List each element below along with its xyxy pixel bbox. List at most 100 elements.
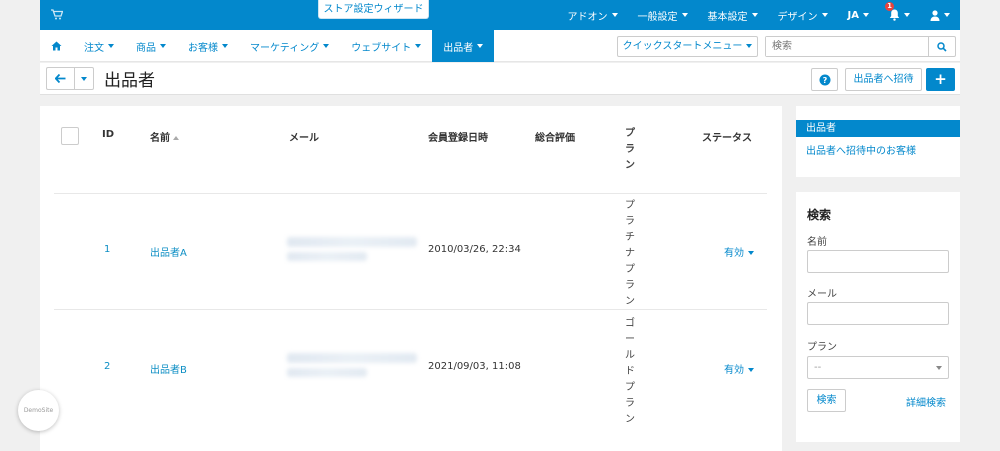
top-nav-basic-settings[interactable]: 基本設定: [698, 8, 768, 23]
quickstart-menu-button[interactable]: クイックスタートメニュー: [617, 36, 758, 57]
plan-select[interactable]: --: [807, 356, 949, 379]
caret-down-icon: [681, 13, 688, 17]
search-icon: [937, 41, 947, 52]
caret-down-icon: [751, 13, 758, 17]
row-2-id[interactable]: 2: [104, 361, 110, 372]
demo-site-badge[interactable]: DemoSite: [18, 390, 59, 431]
name-field[interactable]: [807, 250, 949, 273]
nav-label: ウェブサイト: [351, 42, 412, 54]
sidebar-nav: 出品者 出品者へ招待中のお客様: [796, 106, 960, 177]
nav-label: 注文: [84, 42, 104, 54]
store-setup-wizard-button[interactable]: ストア設定ウィザード: [318, 0, 429, 19]
row-2-plan: ゴールドプラン: [625, 318, 635, 425]
top-nav-label: 一般設定: [637, 11, 678, 23]
column-header-email[interactable]: メール: [289, 129, 319, 144]
back-button[interactable]: [46, 67, 74, 90]
column-header-status[interactable]: ステータス: [702, 129, 752, 144]
global-search: [765, 36, 956, 57]
nav-label: お客様: [188, 42, 218, 54]
top-bar: ストア設定ウィザード アドオン 一般設定 基本設定 デザイン JA 1: [40, 0, 960, 30]
caret-down-icon: [160, 44, 166, 48]
column-header-registered[interactable]: 会員登録日時: [428, 129, 488, 144]
caret-down-icon: [821, 13, 828, 17]
top-nav-design[interactable]: デザイン: [768, 8, 838, 23]
caret-down-icon: [748, 251, 754, 255]
invite-vendor-button[interactable]: 出品者へ招待: [845, 68, 922, 91]
caret-down-icon: [904, 13, 910, 17]
language-selector[interactable]: JA: [838, 10, 879, 21]
row-1-name[interactable]: 出品者A: [150, 244, 187, 259]
vendor-name-link[interactable]: 出品者B: [150, 365, 187, 376]
caret-down-icon: [748, 368, 754, 372]
nav-website[interactable]: ウェブサイト: [340, 30, 432, 62]
row-divider: [54, 309, 767, 310]
caret-down-icon: [611, 13, 618, 17]
caret-down-icon: [936, 366, 942, 370]
top-nav-label: アドオン: [567, 11, 608, 23]
top-nav-addons[interactable]: アドオン: [558, 8, 628, 23]
global-search-input[interactable]: [766, 37, 928, 56]
row-1-id[interactable]: 1: [104, 244, 110, 255]
top-nav-label: 基本設定: [707, 11, 748, 23]
nav-marketing[interactable]: マーケティング: [239, 30, 340, 62]
row-divider: [54, 193, 767, 194]
column-header-name[interactable]: 名前: [150, 129, 179, 144]
column-header-plan[interactable]: プラン: [623, 126, 637, 174]
nav-products[interactable]: 商品: [125, 30, 177, 62]
page-title: 出品者: [104, 71, 155, 91]
nav-label: 出品者: [443, 42, 474, 54]
nav-label: マーケティング: [250, 42, 320, 54]
nav-orders[interactable]: 注文: [73, 30, 125, 62]
redacted-email: [287, 353, 417, 363]
notification-badge: 1: [885, 2, 894, 11]
cart-icon[interactable]: [51, 9, 63, 20]
redacted-email: [287, 252, 367, 261]
vendor-name-link[interactable]: 出品者A: [150, 248, 187, 259]
row-1-plan: プラチナプラン: [625, 200, 635, 307]
svg-text:?: ?: [822, 76, 827, 85]
advanced-search-link[interactable]: 詳細検索: [906, 394, 946, 409]
search-button[interactable]: 検索: [807, 389, 846, 412]
quickstart-label: クイックスタートメニュー: [622, 41, 743, 52]
email-field[interactable]: [807, 302, 949, 325]
row-2-registered: 2021/09/03, 11:08: [428, 361, 521, 372]
caret-down-icon: [746, 44, 753, 48]
caret-down-icon: [863, 13, 869, 17]
caret-down-icon: [415, 44, 422, 48]
sidebar-item-vendors[interactable]: 出品者: [796, 120, 960, 137]
email-label: メール: [807, 289, 837, 300]
redacted-email: [287, 368, 367, 377]
language-label: JA: [847, 9, 859, 21]
column-header-label: 名前: [150, 133, 170, 144]
column-header-id[interactable]: ID: [102, 129, 114, 140]
search-panel: 検索 名前 メール プラン -- 検索 詳細検索: [796, 192, 960, 442]
user-icon: [930, 9, 940, 21]
name-label: 名前: [807, 237, 827, 248]
select-all-checkbox[interactable]: [61, 127, 79, 145]
user-menu-button[interactable]: [920, 9, 960, 21]
add-vendor-button[interactable]: +: [926, 68, 955, 91]
notifications-button[interactable]: 1: [879, 2, 920, 21]
row-1-registered: 2010/03/26, 22:34: [428, 244, 521, 255]
nav-home[interactable]: [40, 30, 73, 62]
sort-ascending-icon: [173, 136, 179, 140]
plan-select-value: --: [814, 362, 822, 373]
row-2-name[interactable]: 出品者B: [150, 361, 187, 376]
sidebar-item-invited-customers[interactable]: 出品者へ招待中のお客様: [806, 142, 916, 157]
search-panel-title: 検索: [807, 208, 832, 222]
plan-label: プラン: [807, 342, 837, 353]
vendor-id-link[interactable]: 1: [104, 244, 110, 255]
caret-down-icon: [944, 13, 950, 17]
top-nav-general-settings[interactable]: 一般設定: [628, 8, 698, 23]
row-2-status-dropdown[interactable]: 有効: [724, 361, 754, 376]
arrow-left-icon: [55, 74, 66, 83]
column-header-rating[interactable]: 総合評価: [535, 129, 575, 144]
nav-label: 商品: [136, 42, 156, 54]
nav-customers[interactable]: お客様: [177, 30, 239, 62]
vendor-id-link[interactable]: 2: [104, 361, 110, 372]
nav-vendors[interactable]: 出品者: [432, 30, 495, 62]
row-1-status-dropdown[interactable]: 有効: [724, 244, 754, 259]
help-button[interactable]: ?: [811, 68, 838, 91]
global-search-button[interactable]: [928, 37, 955, 56]
history-dropdown-button[interactable]: [74, 67, 94, 90]
